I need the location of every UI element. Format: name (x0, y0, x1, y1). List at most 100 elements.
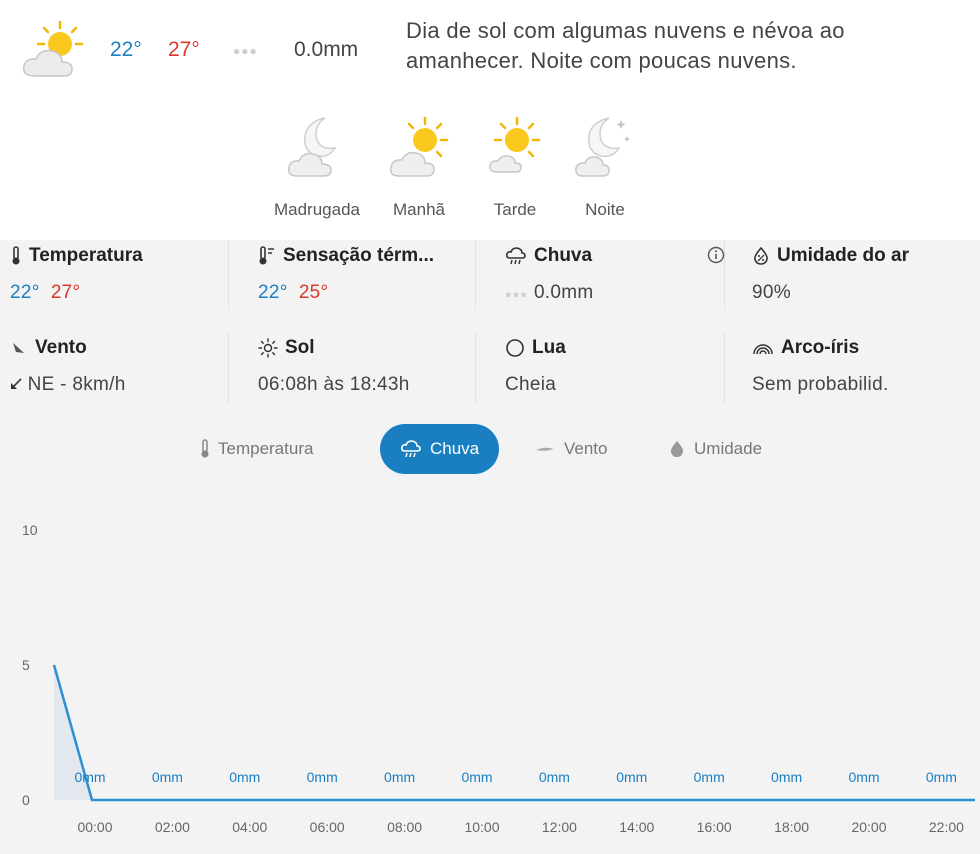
daily-summary-card: 22° 27° ●●● 0.0mm Dia de sol com algumas… (0, 0, 980, 240)
detail-chuva: Chuva ●●● 0.0mm (495, 240, 741, 320)
detail-temperatura: Temperatura 22° 27° (0, 240, 246, 320)
tab-label: Umidade (694, 439, 763, 458)
rain-data-label: 0mm (74, 769, 105, 785)
detail-lua: Lua Cheia (495, 332, 741, 412)
x-tick-label: 20:00 (851, 819, 886, 835)
humidity-drop-icon (754, 246, 768, 265)
thermometer-icon (12, 246, 20, 265)
rain-series-line (52, 664, 975, 802)
detail-sol: Sol 06:08h às 18:43h (248, 332, 494, 412)
rain-drops-icon: ●●● (505, 289, 528, 301)
feels-like-thermometer-icon (259, 246, 274, 265)
x-tick-label: 10:00 (464, 819, 499, 835)
sun-hours-value: 06:08h às 18:43h (258, 374, 410, 395)
x-tick-label: 04:00 (232, 819, 267, 835)
x-tick-label: 06:00 (310, 819, 345, 835)
rain-cloud-icon (506, 247, 526, 265)
x-tick-label: 18:00 (774, 819, 809, 835)
chart-tabs: Temperatura Chuva Vento Umidade (0, 424, 980, 474)
detail-title: Lua (532, 337, 566, 358)
y-tick-label: 0 (22, 792, 30, 808)
sun-cloud-icon (389, 116, 449, 177)
humidity-value: 90% (752, 282, 791, 303)
rain-data-label: 0mm (229, 769, 260, 785)
rain-data-label: 0mm (152, 769, 183, 785)
tab-label: Temperatura (218, 439, 314, 458)
rain-data-label: 0mm (694, 769, 725, 785)
x-tick-label: 22:00 (929, 819, 964, 835)
period-label: Noite (585, 200, 625, 219)
wind-icon (13, 343, 24, 353)
moon-stars-icon (575, 117, 630, 177)
detail-vento: Vento NE - 8km/h (0, 332, 246, 412)
period-noite: Noite (560, 112, 650, 220)
detail-umidade: Umidade do ar 90% (742, 240, 980, 320)
period-label: Manhã (393, 200, 445, 219)
weather-details-grid: Temperatura 22° 27° Sensação térm... 22°… (0, 240, 980, 410)
tab-chuva[interactable]: Chuva (380, 424, 500, 474)
day-periods: Madrugada Manhã Tarde Noite (258, 112, 688, 232)
x-tick-label: 14:00 (619, 819, 654, 835)
detail-title: Sensação térm... (283, 245, 435, 266)
x-tick-label: 16:00 (697, 819, 732, 835)
rain-data-label: 0mm (771, 769, 802, 785)
rain-data-label: 0mm (307, 769, 338, 785)
detail-title: Chuva (534, 245, 593, 266)
period-tarde: Tarde (470, 112, 560, 220)
summary-rain: 0.0mm (294, 38, 359, 61)
info-icon[interactable] (707, 246, 725, 264)
rain-data-label: 0mm (384, 769, 415, 785)
tab-vento[interactable]: Vento (534, 424, 608, 474)
x-tick-label: 00:00 (77, 819, 112, 835)
wind-icon (536, 447, 554, 451)
rain-data-label: 0mm (926, 769, 957, 785)
temp-max: 27° (50, 282, 81, 303)
x-tick-label: 08:00 (387, 819, 422, 835)
summary-temp-min: 22° (110, 38, 142, 61)
full-moon-icon (506, 339, 524, 357)
period-label: Tarde (493, 200, 537, 219)
rain-data-label: 0mm (848, 769, 879, 785)
sun-small-cloud-icon (489, 116, 541, 173)
rain-chart: 0 5 10 0mm 0mm 0mm 0mm 0mm 0mm 0mm 0mm 0mm 0mm 0mm 0mm… (22, 522, 975, 835)
detail-title: Sol (285, 337, 315, 358)
rain-data-label: 0mm (616, 769, 647, 785)
rain-value: 0.0mm (533, 282, 594, 303)
detail-title: Arco-íris (781, 337, 860, 358)
wind-direction-arrow-icon (11, 378, 22, 389)
x-tick-label: 12:00 (542, 819, 577, 835)
sun-icon (258, 338, 278, 358)
period-label: Madrugada (273, 200, 360, 219)
day-description: Dia de sol com algumas nuvens e névoa ao… (406, 18, 845, 73)
detail-title: Temperatura (29, 245, 143, 266)
thermometer-icon (201, 439, 209, 458)
humidity-drop-icon (670, 441, 684, 457)
rainbow-value: Sem probabilid. (752, 374, 889, 395)
rain-drops-icon: ●●● (233, 44, 258, 58)
tab-umidade[interactable]: Umidade (668, 424, 762, 474)
tab-label: Chuva (430, 439, 480, 458)
moon-value: Cheia (505, 374, 557, 395)
tab-temperatura[interactable]: Temperatura (200, 424, 313, 474)
sun-behind-cloud-icon (22, 20, 84, 77)
x-tick-label: 02:00 (155, 819, 190, 835)
feels-max: 25° (298, 282, 329, 303)
wind-value: NE - 8km/h (27, 374, 126, 395)
detail-title: Umidade do ar (777, 245, 909, 266)
feels-min: 22° (258, 282, 288, 303)
period-madrugada: Madrugada (272, 112, 362, 220)
detail-title: Vento (35, 337, 87, 358)
detail-arco-iris: Arco-íris Sem probabilid. (742, 332, 980, 412)
detail-sensacao: Sensação térm... 22° 25° (248, 240, 494, 320)
rainbow-icon (753, 344, 773, 355)
temp-min: 22° (10, 282, 40, 303)
rain-data-label: 0mm (539, 769, 570, 785)
y-tick-label: 5 (22, 657, 30, 673)
rain-cloud-icon (401, 440, 421, 458)
moon-cloud-icon (287, 117, 337, 177)
period-manha: Manhã (374, 112, 464, 220)
tab-label: Vento (564, 439, 608, 458)
summary-temp-max: 27° (168, 38, 200, 61)
y-tick-label: 10 (22, 522, 38, 538)
rain-data-label: 0mm (461, 769, 492, 785)
